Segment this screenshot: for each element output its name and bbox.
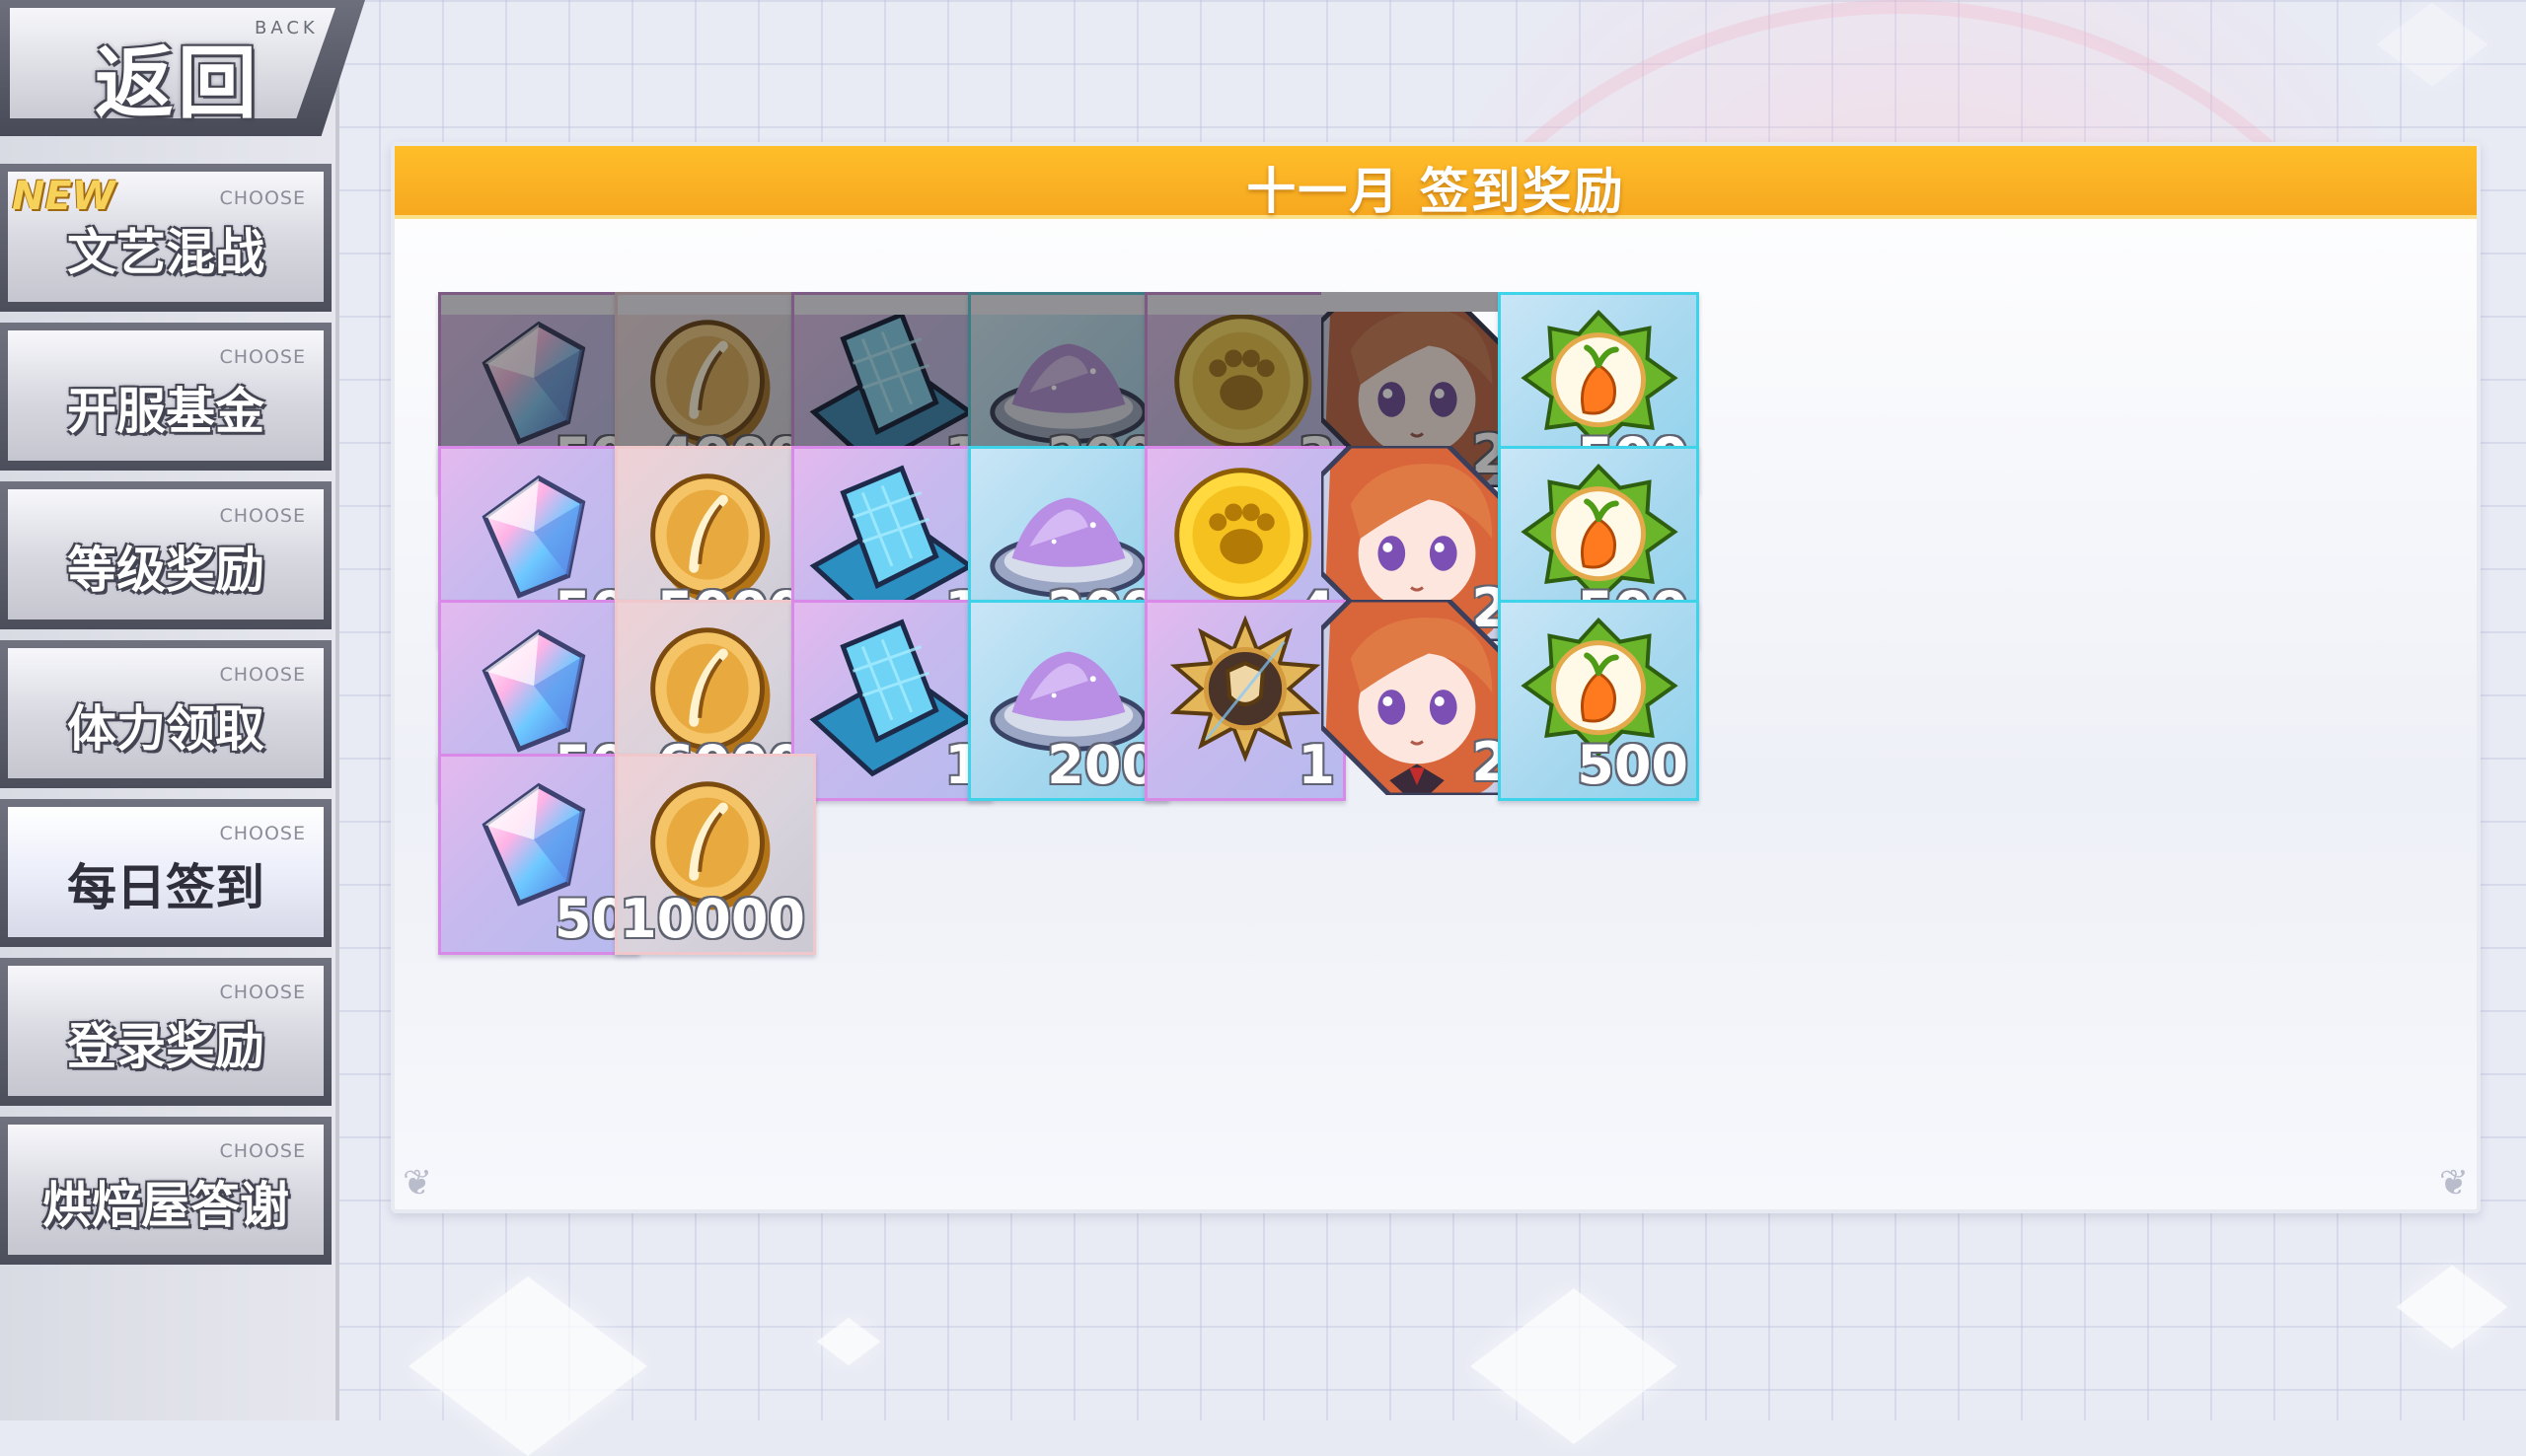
sidebar-item-tili-lingqu[interactable]: CHOOSE 体力领取 [0,640,332,788]
sidebar-item-label: 烘焙屋答谢 [42,1177,289,1234]
reward-tile[interactable]: 10000 [615,754,816,955]
signin-reward-panel: 十一月 签到奖励 50 4000 1 200 3 [391,142,2481,1213]
back-button-label: 返回 [95,37,260,129]
sidebar-item-label: 开服基金 [67,383,264,440]
reward-tile[interactable]: 1 [1145,600,1346,801]
reward-tile[interactable]: 200 [968,600,1169,801]
sidebar: 返回 BACK NEW CHOOSE 文艺混战 CHOOSE 开服基金 CHOO… [0,0,365,1420]
reward-quantity: 10000 [620,888,805,950]
sidebar-item-label: 登录奖励 [67,1018,264,1075]
reward-quantity: 200 [1047,734,1158,796]
sidebar-item-label: 文艺混战 [67,224,264,281]
sidebar-item-hongbeiwu-daxie[interactable]: CHOOSE 烘焙屋答谢 [0,1117,332,1265]
sidebar-item-denglu-jiangli[interactable]: CHOOSE 登录奖励 [0,958,332,1106]
choose-tag: CHOOSE [219,823,306,844]
choose-tag: CHOOSE [219,187,306,209]
sidebar-item-wenyi-hunzhan[interactable]: NEW CHOOSE 文艺混战 [0,164,332,312]
reward-tile[interactable]: 1 [791,600,993,801]
sidebar-item-meiri-qiandao[interactable]: CHOOSE 每日签到 [0,799,332,947]
choose-tag: CHOOSE [219,346,306,368]
sidebar-item-label: 体力领取 [67,700,264,758]
choose-tag: CHOOSE [219,664,306,686]
sidebar-item-label: 等级奖励 [67,542,264,599]
sidebar-item-kaifu-jijin[interactable]: CHOOSE 开服基金 [0,323,332,471]
corner-ornament-icon: ❦ [2438,1163,2469,1203]
choose-tag: CHOOSE [219,1140,306,1162]
reward-quantity: 500 [1577,734,1688,796]
sidebar-item-dengji-jiangli[interactable]: CHOOSE 等级奖励 [0,481,332,629]
panel-title: 十一月 签到奖励 [1246,163,1625,220]
choose-tag: CHOOSE [219,982,306,1003]
reward-tile[interactable]: 500 [1498,600,1699,801]
reward-tile[interactable]: 2 [1321,600,1517,795]
reward-tile[interactable]: 50 [438,754,639,955]
back-button-sublabel: BACK [255,18,319,38]
sidebar-item-label: 每日签到 [67,859,264,916]
choose-tag: CHOOSE [219,505,306,527]
back-button[interactable]: 返回 BACK [0,0,365,136]
corner-ornament-icon: ❦ [403,1163,433,1203]
panel-header: 十一月 签到奖励 [395,146,2477,220]
